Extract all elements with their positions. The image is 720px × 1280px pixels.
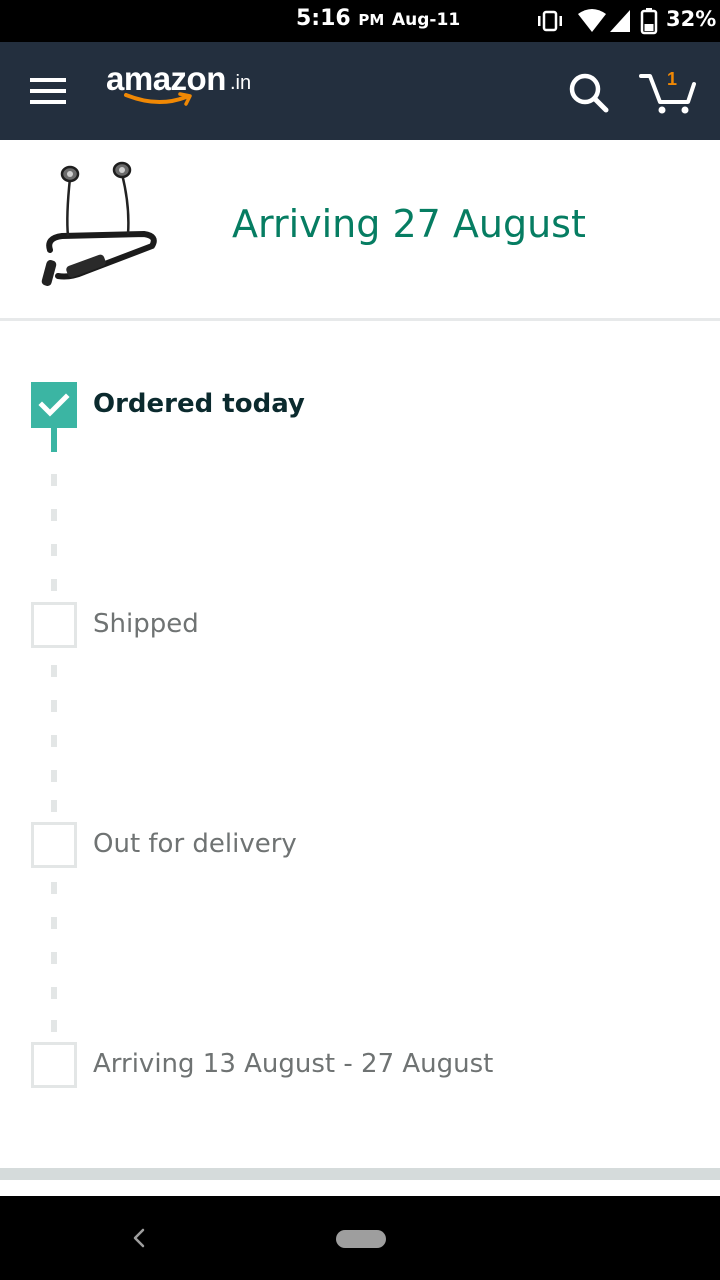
connector-dash xyxy=(51,474,57,486)
amazon-logo[interactable]: amazon .in xyxy=(106,60,266,120)
step-shipped-checkbox xyxy=(31,602,77,648)
cart-count-badge: 1 xyxy=(667,69,678,89)
step-ordered-checkbox xyxy=(31,382,77,428)
connector-dash xyxy=(51,917,57,929)
status-time: 5:16 PM Aug-11 xyxy=(296,6,460,31)
arrival-heading: Arriving 27 August xyxy=(232,202,586,246)
connector-dash xyxy=(51,579,57,591)
order-summary[interactable]: Arriving 27 August xyxy=(0,140,720,321)
system-nav-bar xyxy=(0,1196,720,1280)
status-clock: 5:16 xyxy=(296,6,351,31)
connector-dash xyxy=(51,800,57,812)
connector-dash xyxy=(51,952,57,964)
step-shipped-label: Shipped xyxy=(93,609,199,639)
step-arriving-checkbox xyxy=(31,1042,77,1088)
app-header: amazon .in 1 xyxy=(0,42,720,140)
earphones-image[interactable] xyxy=(40,156,160,296)
signal-icon xyxy=(610,10,630,32)
cart-button[interactable]: 1 xyxy=(638,66,700,118)
step-ordered-label: Ordered today xyxy=(93,389,305,419)
checkmark-icon xyxy=(38,393,70,417)
home-pill-icon[interactable] xyxy=(336,1230,386,1248)
tracking-timeline: Ordered today Shipped Out for delivery A… xyxy=(0,322,720,1168)
battery-percent: 32% xyxy=(666,7,717,31)
battery-icon xyxy=(640,8,658,35)
status-bar: 5:16 PM Aug-11 32% xyxy=(0,0,720,42)
step-out-for-delivery-checkbox xyxy=(31,822,77,868)
step-out-for-delivery-label: Out for delivery xyxy=(93,829,297,859)
connector-dash xyxy=(51,770,57,782)
back-icon[interactable] xyxy=(128,1226,150,1250)
search-icon[interactable] xyxy=(566,70,610,114)
connector-dash xyxy=(51,665,57,677)
connector-dash xyxy=(51,882,57,894)
logo-tld: .in xyxy=(230,72,252,94)
status-date: Aug-11 xyxy=(392,10,461,30)
connector-dash xyxy=(51,700,57,712)
menu-icon[interactable] xyxy=(28,74,70,108)
connector-dash xyxy=(51,987,57,999)
connector-dash xyxy=(51,509,57,521)
connector-dash xyxy=(51,735,57,747)
vibrate-icon xyxy=(538,10,562,32)
status-ampm: PM xyxy=(358,11,385,29)
connector-dash xyxy=(51,544,57,556)
next-section-edge xyxy=(0,1180,720,1196)
wifi-icon xyxy=(578,9,606,32)
logo-smile-icon xyxy=(124,92,192,106)
step-arriving-label: Arriving 13 August - 27 August xyxy=(93,1049,494,1079)
connector-dash xyxy=(51,1020,57,1032)
progress-connector xyxy=(51,428,57,452)
section-divider xyxy=(0,1168,720,1180)
